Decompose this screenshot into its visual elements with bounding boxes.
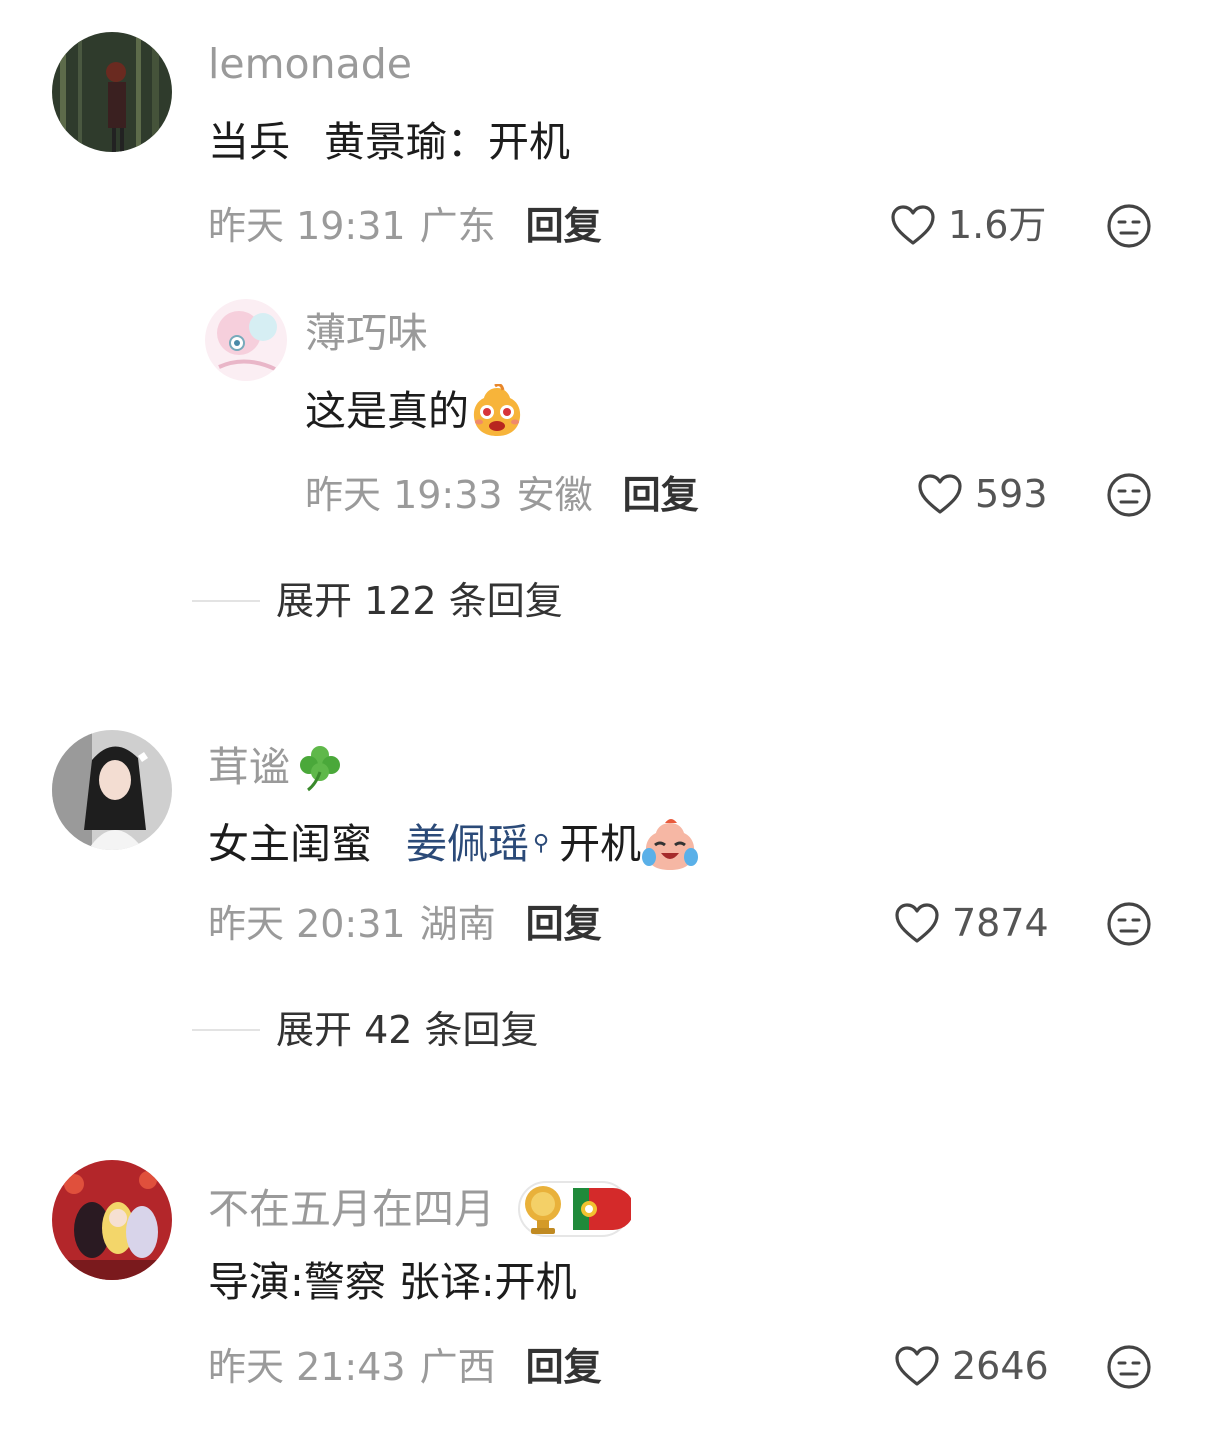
expand-replies-label: 展开 42 条回复 xyxy=(276,1008,539,1052)
avatar-image xyxy=(52,32,172,152)
like-count: 2646 xyxy=(952,1344,1049,1388)
avatar-buzaiwuyue[interactable] xyxy=(52,1160,172,1280)
heart-icon xyxy=(895,1346,939,1386)
clover-icon xyxy=(296,742,344,792)
meh-face-icon xyxy=(1107,902,1151,946)
surprised-face-emoji xyxy=(469,384,525,438)
search-icon[interactable]: ⚲ xyxy=(533,833,549,855)
expand-replies-label: 展开 122 条回复 xyxy=(276,579,563,623)
reply-button[interactable]: 回复 xyxy=(526,1348,602,1386)
divider xyxy=(192,1029,260,1031)
avatar-image xyxy=(205,299,287,381)
reply-button[interactable]: 回复 xyxy=(526,905,602,943)
heart-icon xyxy=(891,205,935,245)
like-button[interactable]: 1.6万 xyxy=(890,204,1046,246)
timestamp: 昨天 19:33 xyxy=(305,473,503,517)
meh-face-icon xyxy=(1107,473,1151,517)
comment-text: 女主闺蜜 姜佩瑶 ⚲ 开机 xyxy=(208,817,699,871)
dislike-button[interactable] xyxy=(1106,1344,1152,1390)
expand-replies-button[interactable]: 展开 42 条回复 xyxy=(192,1011,539,1049)
avatar-lemonade[interactable] xyxy=(52,32,172,152)
comment-text: 当兵 黄景瑜：开机 xyxy=(208,122,570,163)
location: 广西 xyxy=(419,1345,496,1389)
comment-text-part: 女主闺蜜 xyxy=(208,819,372,868)
like-button[interactable]: 593 xyxy=(917,473,1048,515)
like-count: 593 xyxy=(975,472,1048,516)
comment-text-part: 开机 xyxy=(559,819,642,868)
comment-text-part: 黄景瑜：开机 xyxy=(324,118,570,166)
comment-meta: 昨天 19:33 安徽 回复 xyxy=(305,476,699,514)
heart-icon xyxy=(918,474,962,514)
timestamp: 昨天 19:31 xyxy=(208,204,406,248)
heart-icon xyxy=(895,903,939,943)
comment-text: 导演:警察 张译:开机 xyxy=(208,1258,577,1306)
username[interactable]: 茸谧 xyxy=(208,742,344,792)
divider xyxy=(192,600,260,602)
dislike-button[interactable] xyxy=(1106,203,1152,249)
meh-face-icon xyxy=(1107,1345,1151,1389)
mention-link[interactable]: 姜佩瑶 xyxy=(406,823,529,865)
like-count: 1.6万 xyxy=(948,203,1047,247)
comment-text-part: 当兵 xyxy=(208,118,290,166)
username[interactable]: 不在五月在四月 xyxy=(208,1178,631,1240)
avatar-image xyxy=(52,730,172,850)
reply-button[interactable]: 回复 xyxy=(526,207,602,245)
crying-laugh-emoji xyxy=(641,817,699,871)
username[interactable]: 薄巧味 xyxy=(305,313,428,354)
comment-meta: 昨天 20:31 湖南 回复 xyxy=(208,905,602,943)
location: 广东 xyxy=(419,204,496,248)
like-count: 7874 xyxy=(952,901,1049,945)
meh-face-icon xyxy=(1107,204,1151,248)
comment-meta: 昨天 19:31 广东 回复 xyxy=(208,207,602,245)
reply-button[interactable]: 回复 xyxy=(623,476,699,514)
avatar-rongmi[interactable] xyxy=(52,730,172,850)
timestamp: 昨天 21:43 xyxy=(208,1345,406,1389)
username-text: 不在五月在四月 xyxy=(208,1184,495,1233)
timestamp: 昨天 20:31 xyxy=(208,902,406,946)
dislike-button[interactable] xyxy=(1106,901,1152,947)
avatar-image xyxy=(52,1160,172,1280)
username[interactable]: lemonade xyxy=(208,44,412,85)
location: 安徽 xyxy=(516,473,593,517)
like-button[interactable]: 2646 xyxy=(894,1345,1049,1387)
comment-meta: 昨天 21:43 广西 回复 xyxy=(208,1348,602,1386)
comment-text-part: 这是真的 xyxy=(305,386,469,435)
username-text: 茸谧 xyxy=(208,742,290,791)
dislike-button[interactable] xyxy=(1106,472,1152,518)
location: 湖南 xyxy=(419,902,496,946)
comment-text: 这是真的 xyxy=(305,384,525,438)
avatar-reply[interactable] xyxy=(205,299,287,381)
portugal-trophy-badge xyxy=(517,1178,631,1240)
like-button[interactable]: 7874 xyxy=(894,902,1049,944)
expand-replies-button[interactable]: 展开 122 条回复 xyxy=(192,582,563,620)
